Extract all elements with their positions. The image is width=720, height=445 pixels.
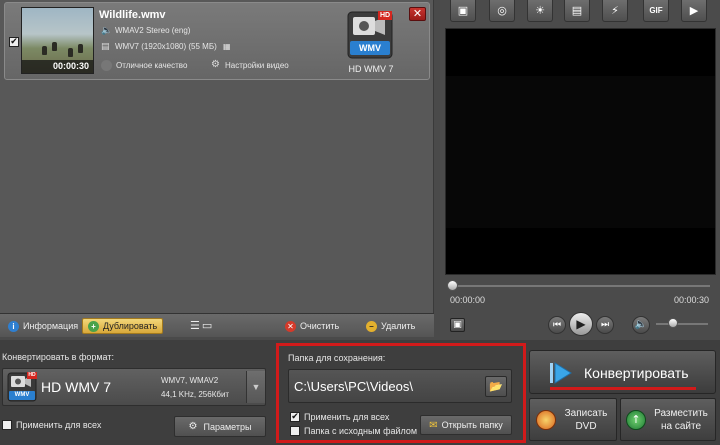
- play-button[interactable]: ▶: [569, 312, 593, 336]
- convert-underline: [550, 387, 696, 390]
- globe-upload-icon: ↑: [626, 410, 646, 430]
- folder-apply-all[interactable]: ✔ Применить для всех: [290, 412, 389, 422]
- info-button[interactable]: i Информация: [8, 318, 78, 334]
- clear-icon: ✕: [285, 320, 296, 332]
- duplicate-button[interactable]: + Дублировать: [82, 318, 164, 334]
- subtitle-icon[interactable]: ▦: [223, 42, 233, 52]
- save-folder-path: C:\Users\PC\Videos\: [294, 379, 413, 394]
- grid-view-icon[interactable]: ▭: [202, 318, 212, 334]
- timeline-knob[interactable]: [447, 280, 458, 291]
- publish-label-line1: Разместить: [654, 408, 708, 419]
- quality-label: Отличное качество: [116, 61, 188, 70]
- burn-dvd-label-line2: DVD: [575, 421, 597, 432]
- convert-format-label: Конвертировать в формат:: [2, 352, 114, 362]
- parameters-label: Параметры: [203, 421, 252, 432]
- format-hd-badge: HD: [27, 372, 37, 379]
- format-dropdown-button[interactable]: ▼: [246, 371, 265, 403]
- open-folder-label: Открыть папку: [441, 420, 503, 430]
- source-folder-option[interactable]: Папка с исходным файлом: [290, 426, 417, 436]
- clear-button[interactable]: ✕ Очистить: [285, 318, 339, 334]
- duplicate-label: Дублировать: [103, 321, 158, 331]
- video-settings-label: Настройки видео: [225, 60, 289, 70]
- folder-apply-all-label: Применить для всех: [304, 412, 390, 422]
- quality-setting[interactable]: Отличное качество: [101, 60, 187, 71]
- convert-arrow-icon: [550, 361, 572, 385]
- open-folder-button[interactable]: ✉ Открыть папку: [420, 415, 512, 435]
- previous-button[interactable]: ⏮: [548, 316, 566, 334]
- gear-icon: ⚙: [211, 59, 220, 70]
- info-label: Информация: [23, 321, 79, 331]
- publish-online-button[interactable]: ↑ Разместить на сайте: [620, 398, 716, 441]
- info-icon: i: [8, 320, 19, 332]
- speaker-icon: 🔈: [101, 26, 113, 36]
- format-spec-line2: 44,1 KHz, 256Кбит: [161, 390, 230, 399]
- save-folder-label: Папка для сохранения:: [288, 353, 386, 363]
- volume-slider[interactable]: [656, 323, 708, 325]
- export-icon[interactable]: ▶: [681, 0, 707, 22]
- crop-icon[interactable]: ▣: [450, 0, 476, 22]
- source-folder-label: Папка с исходным файлом: [304, 426, 418, 436]
- delete-button[interactable]: – Удалить: [366, 318, 415, 334]
- convert-label: Конвертировать: [584, 365, 689, 381]
- format-spec-line1: WMV7, WMAV2: [161, 376, 219, 385]
- plus-icon: +: [88, 320, 99, 332]
- format-name: HD WMV 7: [41, 379, 111, 395]
- folder-apply-all-checkbox[interactable]: ✔: [290, 412, 300, 422]
- next-button[interactable]: ⏭: [596, 316, 614, 334]
- burn-dvd-label-line1: Записать: [564, 408, 608, 419]
- output-format-caption: HD WMV 7: [348, 64, 394, 74]
- dvd-icon: [536, 410, 556, 430]
- hd-badge: HD: [378, 11, 392, 20]
- file-list-toolbar: i Информация + Дублировать ☰ ▭ ✕ Очистит…: [0, 313, 434, 337]
- format-apply-all[interactable]: Применить для всех: [2, 420, 101, 430]
- wmv-badge: WMV: [359, 43, 381, 53]
- view-toggle[interactable]: ☰ ▭: [190, 318, 212, 334]
- video-preview[interactable]: [445, 28, 716, 275]
- open-folder-icon: ✉: [429, 419, 438, 431]
- browse-folder-button[interactable]: 📂: [485, 376, 507, 397]
- file-title: Wildlife.wmv: [99, 9, 166, 21]
- list-view-icon[interactable]: ☰: [190, 318, 200, 334]
- remove-file-button[interactable]: ✕: [409, 7, 426, 21]
- gif-icon[interactable]: GIF: [643, 0, 669, 22]
- current-time: 00:00:00: [450, 295, 486, 305]
- delete-label: Удалить: [381, 321, 416, 331]
- brightness-icon[interactable]: ☀: [527, 0, 553, 22]
- audio-track-label: WMAV2 Stereo (eng): [115, 26, 191, 35]
- quality-icon: [101, 60, 112, 71]
- video-settings-link[interactable]: ⚙ Настройки видео: [211, 60, 289, 70]
- format-selector[interactable]: HD WMV HD WMV 7 WMV7, WMAV2 44,1 KHz, 25…: [2, 368, 266, 406]
- film-strip-icon: ▤: [101, 42, 110, 52]
- save-folder-path-field[interactable]: C:\Users\PC\Videos\ 📂: [288, 369, 512, 403]
- volume-knob[interactable]: [668, 318, 678, 328]
- snapshot-icon[interactable]: ▣: [450, 318, 465, 332]
- format-wmv-badge: WMV: [14, 392, 30, 398]
- format-apply-all-label: Применить для всех: [16, 420, 102, 430]
- video-track-info: ▤ WMV7 (1920x1080) (55 МБ) ▦: [101, 42, 233, 52]
- file-list-item[interactable]: ✔ 00:00:30 Wildlife.wmv 🔈 WMAV2 Stereo (e…: [4, 2, 430, 80]
- audio-track-info[interactable]: 🔈 WMAV2 Stereo (eng): [101, 26, 190, 36]
- speed-icon[interactable]: ⚡: [602, 0, 628, 22]
- convert-button[interactable]: Конвертировать: [529, 350, 716, 394]
- output-format-icon[interactable]: HD WMV: [347, 11, 393, 59]
- gear-icon: ⚙: [188, 421, 198, 432]
- effects-icon[interactable]: ◎: [489, 0, 515, 22]
- wmv-format-icon: HD WMV: [7, 372, 37, 402]
- thumbnail-duration: 00:00:30: [22, 60, 93, 73]
- minus-icon: –: [366, 320, 377, 332]
- video-thumbnail[interactable]: 00:00:30: [21, 7, 94, 74]
- volume-icon[interactable]: 🔈: [632, 316, 650, 334]
- format-apply-all-checkbox[interactable]: [2, 420, 12, 430]
- source-folder-checkbox[interactable]: [290, 426, 300, 436]
- total-time: 00:00:30: [674, 295, 710, 305]
- publish-label-line2: на сайте: [660, 421, 702, 432]
- film-icon[interactable]: ▤: [564, 0, 590, 22]
- burn-dvd-button[interactable]: Записать DVD: [529, 398, 617, 441]
- parameters-button[interactable]: ⚙ Параметры: [174, 416, 266, 437]
- video-track-label: WMV7 (1920x1080) (55 МБ): [115, 42, 217, 51]
- file-checkbox[interactable]: ✔: [9, 37, 19, 47]
- playback-timeline[interactable]: [450, 285, 710, 287]
- clear-label: Очистить: [300, 321, 340, 331]
